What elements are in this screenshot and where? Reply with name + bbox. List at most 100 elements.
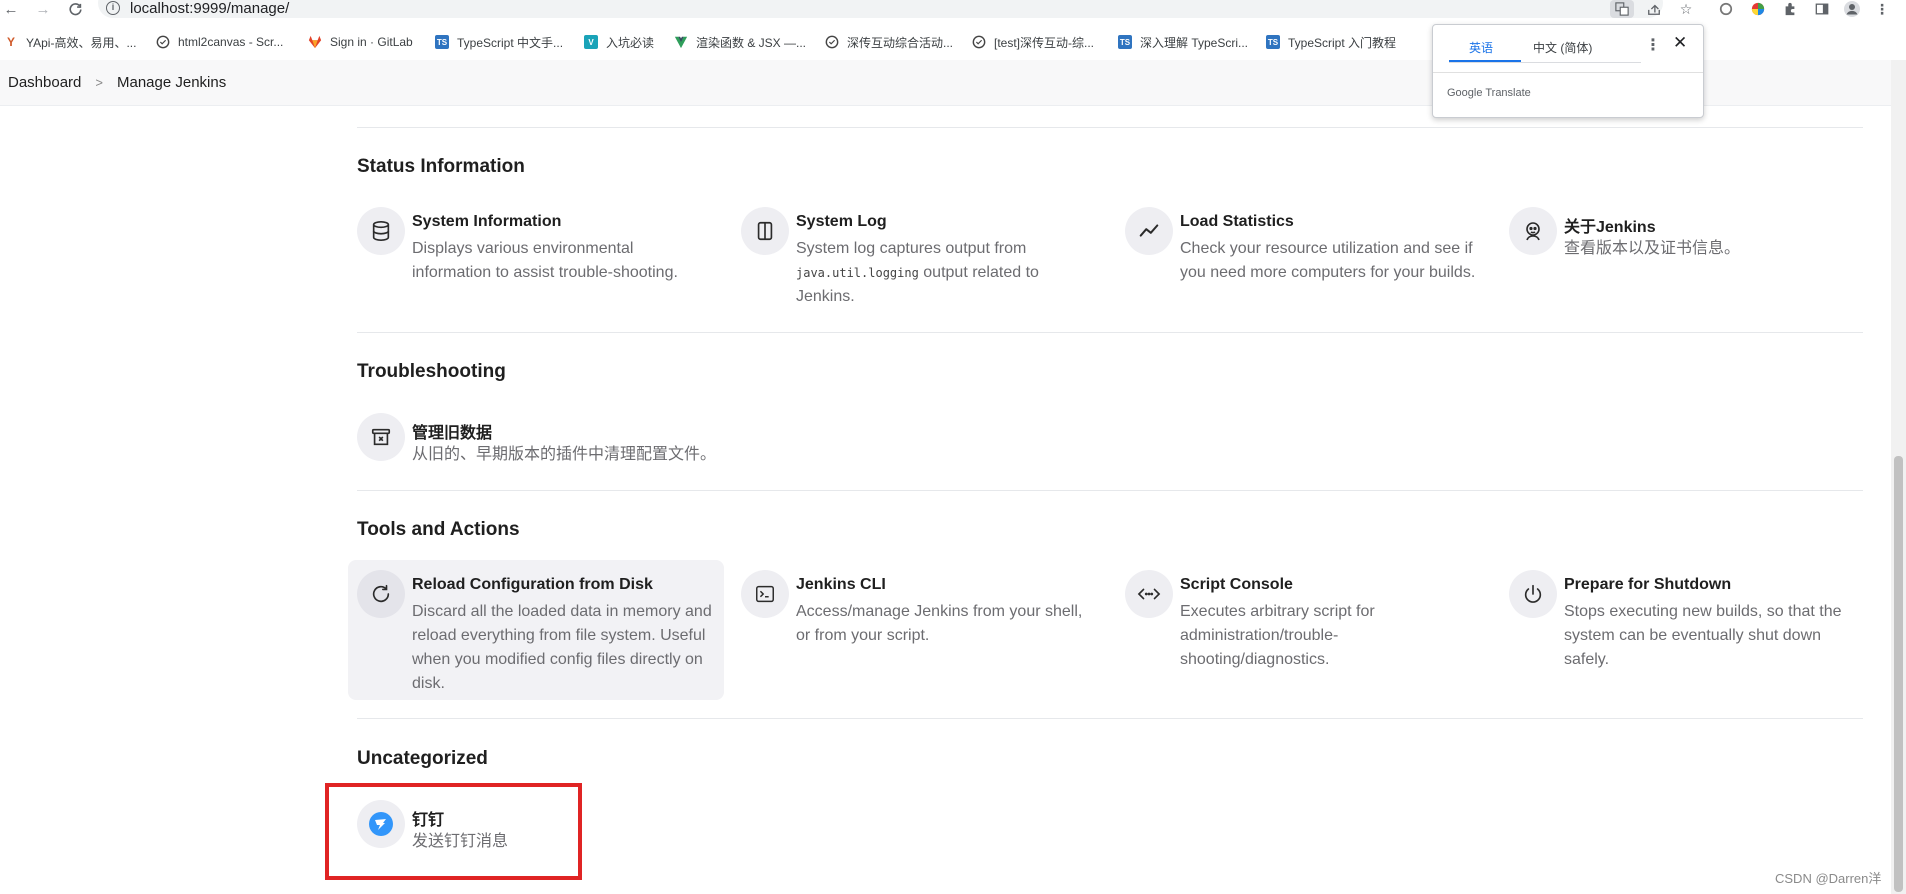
bookmark-label: [test]深传互动-综...	[994, 35, 1095, 50]
item-jenkins-cli[interactable]: Jenkins CLI Access/manage Jenkins from y…	[732, 560, 1108, 660]
bookmark-label: TypeScript 中文手...	[457, 35, 564, 50]
item-load-statistics[interactable]: Load Statistics Check your resource util…	[1116, 197, 1492, 317]
bookmark-label: 深传互动综合活动...	[847, 35, 954, 50]
forward-arrow-icon[interactable]: →	[34, 0, 52, 18]
bookmark-deep-typescript[interactable]: TS 深入理解 TypeScri...	[1118, 33, 1248, 51]
bookmark-yapi[interactable]: Y YApi-高效、易用、...	[4, 33, 136, 51]
item-description: Displays various environmental informati…	[412, 240, 678, 281]
item-description: Discard all the loaded data in memory an…	[412, 603, 712, 692]
bookmark-label: html2canvas - Scr...	[178, 35, 284, 49]
item-description: 从旧的、早期版本的插件中清理配置文件。	[412, 446, 717, 463]
globe-icon	[972, 35, 986, 49]
translate-brand-text: Translate	[1485, 87, 1531, 99]
reload-icon	[357, 570, 405, 618]
description-text: System log captures output from	[796, 240, 1027, 257]
breadcrumb-dashboard[interactable]: Dashboard	[8, 74, 81, 91]
section-title-tools: Tools and Actions	[357, 519, 520, 540]
typescript-icon: TS	[1118, 35, 1132, 49]
item-title: System Information	[412, 213, 562, 230]
line-chart-icon	[1125, 207, 1173, 255]
code-icon	[1125, 570, 1173, 618]
gitlab-icon	[308, 35, 322, 49]
item-title: 关于Jenkins	[1564, 219, 1656, 236]
item-description: Check your resource utilization and see …	[1180, 240, 1476, 281]
typescript-icon: TS	[1266, 35, 1280, 49]
bookmark-label: 深入理解 TypeScri...	[1140, 35, 1249, 50]
star-icon[interactable]: ☆	[1676, 0, 1696, 18]
bookmark-render-jsx[interactable]: 渲染函数 & JSX —...	[674, 33, 806, 51]
section-title-status: Status Information	[357, 156, 525, 177]
bookmark-typescript-handbook[interactable]: TS TypeScript 中文手...	[435, 33, 563, 51]
color-picker-icon[interactable]	[1748, 0, 1768, 18]
translate-icon[interactable]	[1610, 0, 1634, 18]
tab-target-language[interactable]: 中文 (简体)	[1533, 39, 1592, 56]
item-title: 管理旧数据	[412, 425, 493, 442]
bookmark-label: 入坑必读	[606, 35, 655, 50]
bookmark-test-shenchuan[interactable]: [test]深传互动-综...	[972, 33, 1094, 51]
vue-icon	[674, 35, 688, 49]
bookmark-label: TypeScript 入门教程	[1288, 35, 1397, 50]
item-description: Stops executing new builds, so that the …	[1564, 603, 1842, 668]
share-icon[interactable]	[1644, 0, 1664, 18]
breadcrumb-manage-jenkins[interactable]: Manage Jenkins	[117, 74, 226, 91]
item-system-information[interactable]: System Information Displays various envi…	[348, 197, 724, 317]
jenkins-butler-icon	[1509, 207, 1557, 255]
section-title-uncategorized: Uncategorized	[357, 748, 488, 769]
terminal-icon	[741, 570, 789, 618]
bookmark-shenchuan[interactable]: 深传互动综合活动...	[825, 33, 953, 51]
site-info-icon[interactable]: i	[106, 1, 120, 15]
database-icon	[357, 207, 405, 255]
description-code: java.util.logging	[796, 266, 919, 280]
more-options-icon[interactable]: ⋮	[1645, 35, 1661, 55]
manage-jenkins-content: Status Information System Information Di…	[0, 106, 1906, 894]
tab-source-language[interactable]: 英语	[1469, 39, 1493, 56]
archive-x-icon	[357, 413, 405, 461]
log-panel-icon	[741, 207, 789, 255]
section-divider	[357, 332, 1863, 333]
bookmark-rukeng[interactable]: V 入坑必读	[584, 33, 654, 51]
bookmark-label: Sign in · GitLab	[330, 35, 413, 49]
side-panel-icon[interactable]	[1812, 0, 1832, 18]
typescript-icon: TS	[435, 35, 449, 49]
csdn-watermark: CSDN @Darren洋	[1775, 871, 1882, 886]
bookmark-typescript-tutorial[interactable]: TS TypeScript 入门教程	[1266, 33, 1396, 51]
section-divider	[357, 127, 1863, 128]
item-description: Access/manage Jenkins from your shell, o…	[796, 603, 1083, 644]
item-prepare-shutdown[interactable]: Prepare for Shutdown Stops executing new…	[1500, 560, 1876, 680]
bookmark-gitlab[interactable]: Sign in · GitLab	[308, 33, 413, 51]
globe-icon	[825, 35, 839, 49]
item-reload-configuration[interactable]: Reload Configuration from Disk Discard a…	[348, 560, 724, 700]
item-description: 查看版本以及证书信息。	[1564, 240, 1741, 257]
google-translate-popup: 英语 中文 (简体) ⋮ ✕ Google Translate	[1432, 24, 1704, 118]
bookmark-html2canvas[interactable]: html2canvas - Scr...	[156, 33, 283, 51]
power-icon	[1509, 570, 1557, 618]
back-arrow-icon[interactable]: ←	[2, 0, 20, 18]
profile-avatar-icon[interactable]	[1842, 0, 1862, 18]
chevron-right-icon: >	[95, 75, 103, 90]
menu-kebab-icon[interactable]: ⋮	[1872, 0, 1892, 18]
address-bar[interactable]	[98, 0, 1663, 18]
address-text[interactable]: localhost:9999/manage/	[130, 0, 289, 18]
item-title: System Log	[796, 213, 887, 230]
scrollbar-thumb[interactable]	[1894, 456, 1903, 892]
annotation-highlight-box	[325, 783, 582, 880]
item-description: Executes arbitrary script for administra…	[1180, 603, 1375, 668]
item-title: Prepare for Shutdown	[1564, 576, 1732, 593]
page-scrollbar[interactable]	[1891, 60, 1906, 894]
close-icon[interactable]: ✕	[1673, 33, 1687, 53]
globe-icon	[156, 35, 170, 49]
item-title: Script Console	[1180, 576, 1293, 593]
extension-circle-icon[interactable]	[1716, 0, 1736, 18]
reload-page-icon[interactable]	[66, 0, 84, 18]
tab-baseline	[1449, 62, 1641, 63]
puzzle-extensions-icon[interactable]	[1780, 0, 1800, 18]
item-script-console[interactable]: Script Console Executes arbitrary script…	[1116, 560, 1492, 680]
bookmark-label: 渲染函数 & JSX —...	[696, 35, 807, 50]
item-about-jenkins[interactable]: 关于Jenkins 查看版本以及证书信息。	[1500, 197, 1876, 317]
section-divider	[357, 718, 1863, 719]
google-logo-text: Google	[1447, 87, 1483, 99]
active-tab-indicator	[1449, 60, 1521, 62]
item-manage-old-data[interactable]: 管理旧数据 从旧的、早期版本的插件中清理配置文件。	[348, 403, 724, 473]
section-title-troubleshooting: Troubleshooting	[357, 361, 506, 382]
item-system-log[interactable]: System Log System log captures output fr…	[732, 197, 1108, 317]
